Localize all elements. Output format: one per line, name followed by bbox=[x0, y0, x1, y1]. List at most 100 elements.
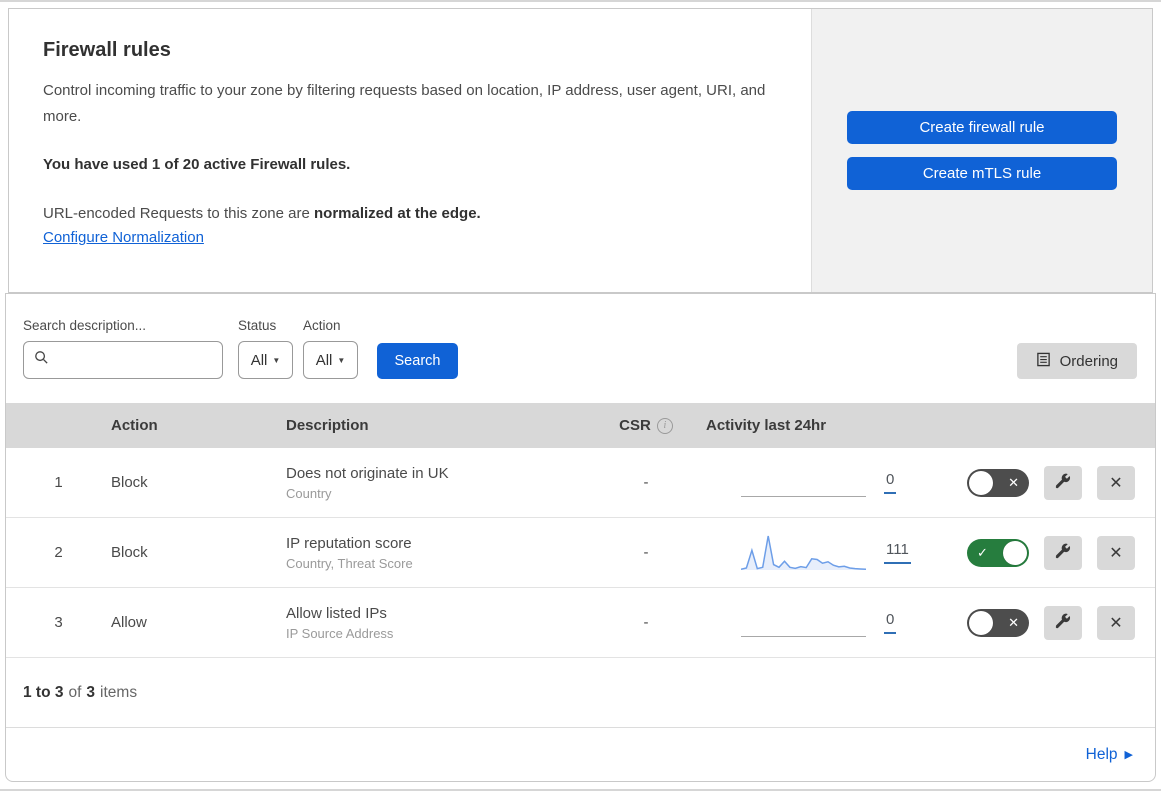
action-filter-group: Action All ▼ bbox=[303, 318, 368, 379]
activity-count-link[interactable]: 0 bbox=[884, 471, 897, 494]
activity-sparkline bbox=[741, 603, 866, 643]
help-link-label: Help bbox=[1085, 745, 1118, 763]
status-filter-group: Status All ▼ bbox=[238, 318, 303, 379]
csr-header-label: CSR bbox=[619, 417, 651, 434]
rule-csr: - bbox=[643, 544, 649, 561]
items-label: items bbox=[100, 683, 138, 701]
header-actions-panel: Create firewall rule Create mTLS rule bbox=[811, 9, 1152, 292]
rule-priority: 2 bbox=[54, 544, 63, 561]
delete-rule-button[interactable]: ✕ bbox=[1097, 605, 1135, 640]
toggle-state-icon: ✕ bbox=[1008, 614, 1019, 630]
help-arrow-icon: ▶ bbox=[1124, 749, 1133, 761]
action-column-header: Action bbox=[111, 417, 158, 434]
action-label: Action bbox=[303, 318, 341, 333]
filter-bar: Search description... Status All ▼ Action… bbox=[6, 294, 1155, 403]
page-title: Firewall rules bbox=[43, 39, 171, 61]
help-row: Help ▶ bbox=[6, 728, 1155, 781]
firewall-rules-page: Firewall rules Control incoming traffic … bbox=[0, 0, 1161, 791]
table-row: 1 Block Does not originate in UK Country… bbox=[6, 448, 1155, 518]
header-card: Firewall rules Control incoming traffic … bbox=[8, 8, 1153, 293]
action-dropdown[interactable]: All ▼ bbox=[303, 341, 358, 379]
delete-rule-button[interactable]: ✕ bbox=[1097, 465, 1135, 500]
normalization-bold: normalized at the edge. bbox=[314, 205, 481, 222]
close-icon: ✕ bbox=[1109, 614, 1123, 632]
rules-list-card: Search description... Status All ▼ Action… bbox=[5, 293, 1156, 782]
activity-sparkline bbox=[741, 533, 866, 573]
table-header: Action Description CSR i Activity last 2… bbox=[6, 403, 1155, 448]
chevron-down-icon: ▼ bbox=[337, 355, 346, 365]
configure-normalization-link[interactable]: Configure Normalization bbox=[43, 229, 204, 246]
rule-activity-cell: 0 bbox=[691, 463, 926, 503]
rule-controls: ✕ ✕ bbox=[926, 465, 1155, 500]
rule-enabled-toggle[interactable]: ✓ bbox=[967, 538, 1029, 567]
rule-enabled-toggle[interactable]: ✕ bbox=[967, 468, 1029, 497]
rule-fields: Country, Threat Score bbox=[286, 555, 413, 571]
rule-action: Block bbox=[111, 474, 148, 491]
search-icon bbox=[34, 350, 49, 370]
activity-count-link[interactable]: 111 bbox=[884, 541, 911, 564]
items-total: 3 bbox=[86, 683, 96, 701]
rule-description: IP reputation score bbox=[286, 534, 412, 552]
close-icon: ✕ bbox=[1109, 544, 1123, 562]
rule-fields: IP Source Address bbox=[286, 625, 394, 641]
ordering-list-icon bbox=[1036, 352, 1051, 371]
close-icon: ✕ bbox=[1109, 474, 1123, 492]
search-label: Search description... bbox=[23, 318, 147, 333]
wrench-icon bbox=[1055, 613, 1071, 632]
description-column-header: Description bbox=[286, 417, 369, 434]
rule-enabled-toggle[interactable]: ✕ bbox=[967, 608, 1029, 637]
action-value: All bbox=[315, 351, 333, 369]
toggle-knob bbox=[969, 470, 993, 495]
table-row: 3 Allow Allow listed IPs IP Source Addre… bbox=[6, 588, 1155, 658]
wrench-icon bbox=[1055, 473, 1071, 492]
rule-activity-cell: 111 bbox=[691, 533, 926, 573]
status-value: All bbox=[250, 351, 268, 369]
edit-rule-button[interactable] bbox=[1044, 605, 1082, 640]
status-label: Status bbox=[238, 318, 277, 333]
sparkline-flat-line bbox=[741, 495, 866, 497]
page-top-divider bbox=[0, 0, 1161, 2]
rule-description: Does not originate in UK bbox=[286, 464, 449, 482]
header-text-section: Firewall rules Control incoming traffic … bbox=[9, 9, 811, 292]
normalization-note: URL-encoded Requests to this zone are no… bbox=[43, 201, 771, 227]
rule-csr: - bbox=[643, 474, 649, 491]
rule-action: Allow bbox=[111, 614, 147, 631]
rule-activity-cell: 0 bbox=[691, 603, 926, 643]
help-link[interactable]: Help ▶ bbox=[1086, 746, 1133, 764]
search-button[interactable]: Search bbox=[377, 343, 458, 379]
search-field-group: Search description... bbox=[23, 318, 238, 379]
toggle-state-icon: ✓ bbox=[977, 544, 988, 560]
usage-summary: You have used 1 of 20 active Firewall ru… bbox=[43, 156, 351, 173]
edit-rule-button[interactable] bbox=[1044, 535, 1082, 570]
ordering-button-label: Ordering bbox=[1059, 352, 1118, 370]
page-description: Control incoming traffic to your zone by… bbox=[43, 82, 766, 125]
table-row: 2 Block IP reputation score Country, Thr… bbox=[6, 518, 1155, 588]
chevron-down-icon: ▼ bbox=[272, 355, 281, 365]
wrench-icon bbox=[1055, 543, 1071, 562]
edit-rule-button[interactable] bbox=[1044, 465, 1082, 500]
ordering-button[interactable]: Ordering bbox=[1016, 343, 1137, 379]
rule-description-cell: Does not originate in UK Country bbox=[286, 465, 601, 501]
rule-controls: ✕ ✕ bbox=[926, 605, 1155, 640]
status-dropdown[interactable]: All ▼ bbox=[238, 341, 293, 379]
activity-column-header: Activity last 24hr bbox=[706, 417, 827, 434]
rule-description-cell: Allow listed IPs IP Source Address bbox=[286, 605, 601, 641]
rule-csr: - bbox=[643, 614, 649, 631]
create-firewall-rule-button[interactable]: Create firewall rule bbox=[847, 111, 1117, 144]
items-of-text: of bbox=[68, 683, 82, 701]
delete-rule-button[interactable]: ✕ bbox=[1097, 535, 1135, 570]
search-input[interactable] bbox=[57, 352, 212, 368]
create-mtls-rule-button[interactable]: Create mTLS rule bbox=[847, 157, 1117, 190]
info-icon[interactable]: i bbox=[656, 417, 673, 434]
rule-priority: 1 bbox=[54, 474, 63, 491]
items-range: 1 to 3 bbox=[23, 683, 64, 701]
rule-description-cell: IP reputation score Country, Threat Scor… bbox=[286, 535, 601, 571]
activity-count-link[interactable]: 0 bbox=[884, 611, 897, 634]
rule-priority: 3 bbox=[54, 614, 63, 631]
sparkline-flat-line bbox=[741, 635, 866, 637]
rule-controls: ✓ ✕ bbox=[926, 535, 1155, 570]
toggle-state-icon: ✕ bbox=[1008, 474, 1019, 490]
pagination-summary: 1 to 3 of 3 items bbox=[6, 658, 1155, 728]
normalization-prefix: URL-encoded Requests to this zone are bbox=[43, 205, 314, 222]
search-input-box[interactable] bbox=[23, 341, 223, 379]
